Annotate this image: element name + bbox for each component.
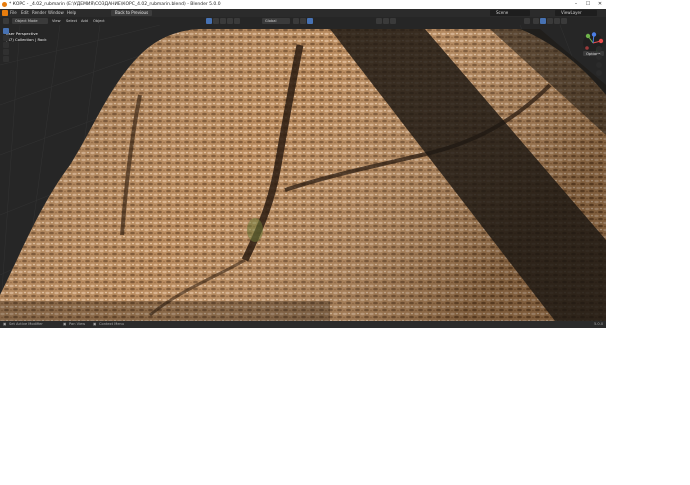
menu-add[interactable]: Add: [81, 17, 88, 25]
gizmo-toggle-icon[interactable]: [383, 18, 389, 24]
back-to-previous-button[interactable]: Back to Previous: [111, 10, 153, 16]
menu-object[interactable]: Object: [93, 17, 105, 25]
blender-version: 5.0.0: [594, 322, 604, 326]
shading-options-icon[interactable]: [561, 18, 567, 24]
viewport-navigation: [596, 46, 603, 78]
select-tool-icon[interactable]: [3, 28, 9, 34]
window-title: * КОРС - _4.02_rubmarin (E:\УДЕМИЯ\СОЗДА…: [9, 2, 221, 7]
mode-selector[interactable]: Object Mode: [12, 18, 48, 24]
cursor-tool-icon[interactable]: [3, 35, 9, 41]
gizmo-x-axis[interactable]: [598, 38, 604, 44]
gizmo-z-axis[interactable]: [591, 32, 597, 37]
select-box-icon[interactable]: [206, 18, 212, 24]
menu-window[interactable]: Window: [48, 9, 64, 17]
proportional-edit-icon[interactable]: [307, 18, 313, 24]
snap-icon[interactable]: [300, 18, 306, 24]
status-item-2: Pan View: [69, 322, 86, 326]
mouse-right-icon: ▣: [93, 322, 97, 326]
left-toolbar: [3, 28, 10, 63]
close-button[interactable]: ✕: [594, 0, 606, 9]
gizmo-y-axis[interactable]: [585, 33, 591, 39]
scale-icon[interactable]: [234, 18, 240, 24]
scale-tool-icon[interactable]: [3, 56, 9, 62]
view-layer-selector[interactable]: ViewLayer: [555, 10, 597, 16]
mouse-left-icon: ▣: [3, 322, 7, 326]
status-bar: ▣ Set Active Modifier ▣ Pan View ▣ Conte…: [0, 321, 606, 328]
shading-rendered-icon[interactable]: [554, 18, 560, 24]
blender-logo-icon: [2, 2, 7, 7]
xray-toggle-icon[interactable]: [524, 18, 530, 24]
grid-icon[interactable]: [596, 70, 602, 76]
overlay-toggle-icon[interactable]: [390, 18, 396, 24]
rotate-icon[interactable]: [227, 18, 233, 24]
status-item-1: Set Active Modifier: [9, 322, 43, 326]
collection-info-label: (47) Collection | Rock: [6, 37, 47, 42]
maximize-button[interactable]: ☐: [582, 0, 594, 9]
move-icon[interactable]: [220, 18, 226, 24]
blender-window: * КОРС - _4.02_rubmarin (E:\УДЕМИЯ\СОЗДА…: [0, 0, 606, 328]
view-object-types-icon[interactable]: [376, 18, 382, 24]
menu-render[interactable]: Render: [32, 9, 46, 17]
cursor-icon[interactable]: [213, 18, 219, 24]
editor-type-icon[interactable]: [3, 18, 9, 24]
status-item-3: Context Menu: [99, 322, 125, 326]
pivot-icon[interactable]: [293, 18, 299, 24]
viewport-header: Object Mode View Select Add Object Globa…: [0, 17, 606, 25]
menu-help[interactable]: Help: [67, 9, 76, 17]
blender-menu-icon[interactable]: [2, 10, 8, 16]
top-menu-bar: File Edit Render Window Help Back to Pre…: [0, 9, 606, 17]
3d-viewport[interactable]: User Perspective (47) Collection | Rock …: [0, 24, 606, 322]
move-tool-icon[interactable]: [3, 42, 9, 48]
menu-file[interactable]: File: [10, 9, 17, 17]
transform-orientation-dropdown[interactable]: Global: [262, 18, 290, 24]
minimize-button[interactable]: –: [570, 0, 582, 9]
camera-icon[interactable]: [596, 62, 602, 68]
shading-solid-icon[interactable]: [540, 18, 546, 24]
rotate-tool-icon[interactable]: [3, 49, 9, 55]
rock-render: [0, 24, 606, 322]
pan-hand-icon[interactable]: [596, 54, 602, 60]
title-bar: * КОРС - _4.02_rubmarin (E:\УДЕМИЯ\СОЗДА…: [0, 0, 606, 9]
menu-select[interactable]: Select: [66, 17, 77, 25]
menu-edit[interactable]: Edit: [21, 9, 29, 17]
mouse-middle-icon: ▣: [63, 322, 67, 326]
shading-material-icon[interactable]: [547, 18, 553, 24]
menu-view[interactable]: View: [52, 17, 61, 25]
view-name-label: User Perspective: [6, 31, 38, 36]
scene-selector[interactable]: Scene: [490, 10, 530, 16]
shading-wireframe-icon[interactable]: [533, 18, 539, 24]
zoom-icon[interactable]: [596, 46, 602, 52]
